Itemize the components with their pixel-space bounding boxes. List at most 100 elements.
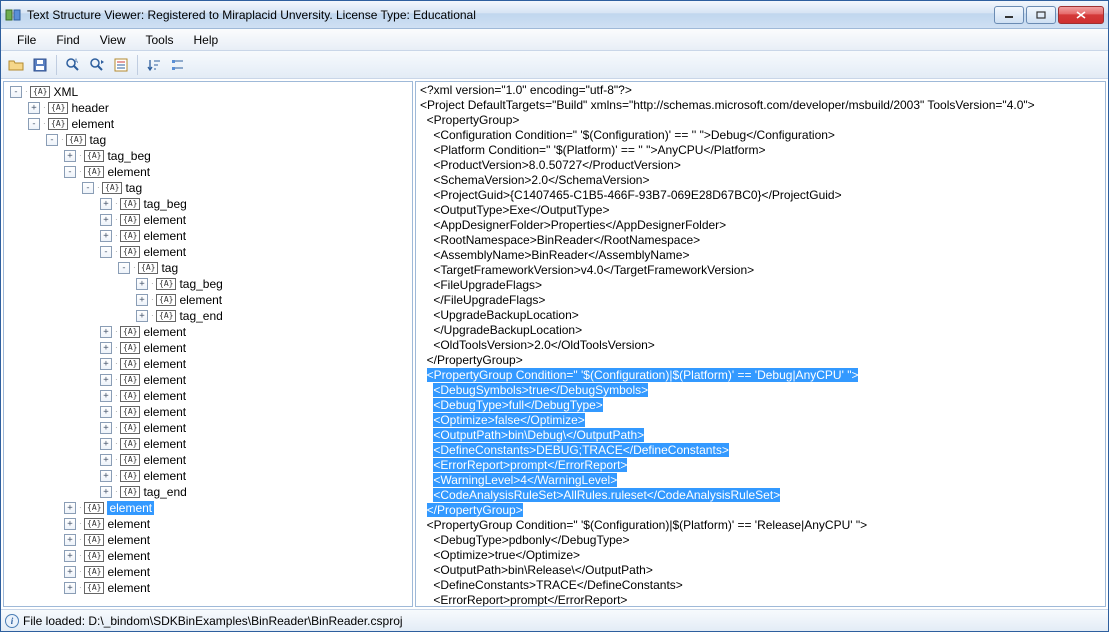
expand-icon[interactable]: +: [64, 582, 76, 594]
tree-node-label[interactable]: tag: [161, 261, 178, 275]
tree-node[interactable]: +·{A}element: [4, 548, 412, 564]
menu-file[interactable]: File: [7, 31, 46, 49]
expand-icon[interactable]: +: [100, 214, 112, 226]
expand-icon[interactable]: +: [100, 230, 112, 242]
source-line[interactable]: <Configuration Condition=" '$(Configurat…: [420, 128, 1101, 143]
expand-icon[interactable]: +: [64, 550, 76, 562]
tree-node[interactable]: +·{A}element: [4, 388, 412, 404]
tree-node-label[interactable]: element: [143, 437, 186, 451]
expand-icon[interactable]: +: [100, 374, 112, 386]
tree-node-label[interactable]: element: [107, 549, 150, 563]
expand-icon[interactable]: +: [136, 310, 148, 322]
tree-pane[interactable]: -·{A}XML+·{A}header-·{A}element-·{A}tag+…: [3, 81, 413, 607]
tree-node-label[interactable]: header: [71, 101, 108, 115]
tree-node[interactable]: +·{A}element: [4, 404, 412, 420]
menu-view[interactable]: View: [90, 31, 136, 49]
source-line[interactable]: <DefineConstants>TRACE</DefineConstants>: [420, 578, 1101, 593]
source-line-highlighted[interactable]: <DefineConstants>DEBUG;TRACE</DefineCons…: [433, 443, 728, 457]
source-line[interactable]: <Project DefaultTargets="Build" xmlns="h…: [420, 98, 1101, 113]
source-line[interactable]: <RootNamespace>BinReader</RootNamespace>: [420, 233, 1101, 248]
source-line[interactable]: </FileUpgradeFlags>: [420, 293, 1101, 308]
collapse-icon[interactable]: -: [64, 166, 76, 178]
tree-node-label[interactable]: element: [143, 341, 186, 355]
source-line[interactable]: </PropertyGroup>: [420, 353, 1101, 368]
expand-icon[interactable]: +: [100, 198, 112, 210]
tree-node[interactable]: +·{A}element: [4, 564, 412, 580]
find-next-icon[interactable]: [86, 54, 108, 76]
expand-icon[interactable]: +: [100, 406, 112, 418]
tree-node-label[interactable]: element: [107, 501, 154, 515]
tree-options-icon[interactable]: [167, 54, 189, 76]
source-line[interactable]: <TargetFrameworkVersion>v4.0</TargetFram…: [420, 263, 1101, 278]
tree-node[interactable]: +·{A}tag_end: [4, 308, 412, 324]
expand-icon[interactable]: +: [64, 150, 76, 162]
tree-node-label[interactable]: XML: [53, 85, 78, 99]
tree-node-label[interactable]: tag_beg: [143, 197, 186, 211]
tree-node[interactable]: +·{A}element: [4, 212, 412, 228]
collapse-icon[interactable]: -: [82, 182, 94, 194]
tree-node[interactable]: -·{A}tag: [4, 260, 412, 276]
collapse-icon[interactable]: -: [118, 262, 130, 274]
tree-node-label[interactable]: element: [143, 453, 186, 467]
source-line[interactable]: <Platform Condition=" '$(Platform)' == '…: [420, 143, 1101, 158]
source-line[interactable]: <OutputPath>bin\Release\</OutputPath>: [420, 563, 1101, 578]
expand-icon[interactable]: +: [100, 438, 112, 450]
tree-node-label[interactable]: tag_beg: [107, 149, 150, 163]
source-line[interactable]: <UpgradeBackupLocation>: [420, 308, 1101, 323]
tree-node-label[interactable]: element: [179, 293, 222, 307]
expand-icon[interactable]: +: [136, 278, 148, 290]
expand-icon[interactable]: +: [64, 566, 76, 578]
open-icon[interactable]: [5, 54, 27, 76]
tree-node-label[interactable]: element: [143, 229, 186, 243]
source-line[interactable]: </UpgradeBackupLocation>: [420, 323, 1101, 338]
menu-find[interactable]: Find: [46, 31, 89, 49]
menu-help[interactable]: Help: [184, 31, 229, 49]
tree-node-label[interactable]: element: [143, 389, 186, 403]
tree-node[interactable]: +·{A}element: [4, 420, 412, 436]
expand-icon[interactable]: +: [136, 294, 148, 306]
close-button[interactable]: [1058, 6, 1104, 24]
expand-icon[interactable]: +: [100, 454, 112, 466]
expand-icon[interactable]: +: [100, 342, 112, 354]
tree-node[interactable]: +·{A}element: [4, 324, 412, 340]
source-line-highlighted[interactable]: <OutputPath>bin\Debug\</OutputPath>: [433, 428, 644, 442]
menu-tools[interactable]: Tools: [135, 31, 183, 49]
source-line[interactable]: <ProductVersion>8.0.50727</ProductVersio…: [420, 158, 1101, 173]
tree-node[interactable]: +·{A}element: [4, 580, 412, 596]
tree-node[interactable]: +·{A}tag_beg: [4, 196, 412, 212]
tree-node[interactable]: +·{A}element: [4, 356, 412, 372]
expand-icon[interactable]: +: [64, 534, 76, 546]
tree-node[interactable]: +·{A}element: [4, 532, 412, 548]
source-line[interactable]: <PropertyGroup Condition=" '$(Configurat…: [420, 518, 1101, 533]
source-line-highlighted[interactable]: </PropertyGroup>: [427, 503, 523, 517]
tree-node-label[interactable]: element: [143, 469, 186, 483]
source-line[interactable]: <FileUpgradeFlags>: [420, 278, 1101, 293]
tree-node-label[interactable]: tag_end: [179, 309, 222, 323]
tree-node-label[interactable]: element: [71, 117, 114, 131]
tree-node-label[interactable]: element: [143, 421, 186, 435]
source-line[interactable]: <PropertyGroup>: [420, 113, 1101, 128]
sort-icon[interactable]: [143, 54, 165, 76]
expand-icon[interactable]: +: [100, 486, 112, 498]
expand-icon[interactable]: +: [100, 422, 112, 434]
source-line[interactable]: <SchemaVersion>2.0</SchemaVersion>: [420, 173, 1101, 188]
tree-node-label[interactable]: tag: [125, 181, 142, 195]
source-line-highlighted[interactable]: <ErrorReport>prompt</ErrorReport>: [433, 458, 627, 472]
tree-node[interactable]: +·{A}element: [4, 468, 412, 484]
tree-node[interactable]: -·{A}element: [4, 116, 412, 132]
tree-node[interactable]: +·{A}tag_end: [4, 484, 412, 500]
save-icon[interactable]: [29, 54, 51, 76]
tree-node[interactable]: +·{A}element: [4, 372, 412, 388]
tree-node[interactable]: +·{A}header: [4, 100, 412, 116]
expand-icon[interactable]: +: [64, 518, 76, 530]
tree-node-label[interactable]: element: [143, 245, 186, 259]
tree-node[interactable]: -·{A}tag: [4, 180, 412, 196]
tree-node-label[interactable]: element: [107, 165, 150, 179]
expand-icon[interactable]: +: [64, 502, 76, 514]
collapse-icon[interactable]: -: [28, 118, 40, 130]
source-line-highlighted[interactable]: <DebugType>full</DebugType>: [433, 398, 602, 412]
tree-node[interactable]: +·{A}element: [4, 436, 412, 452]
tree-node[interactable]: +·{A}element: [4, 228, 412, 244]
source-line-highlighted[interactable]: <CodeAnalysisRuleSet>AllRules.ruleset</C…: [433, 488, 780, 502]
tree-node[interactable]: -·{A}tag: [4, 132, 412, 148]
